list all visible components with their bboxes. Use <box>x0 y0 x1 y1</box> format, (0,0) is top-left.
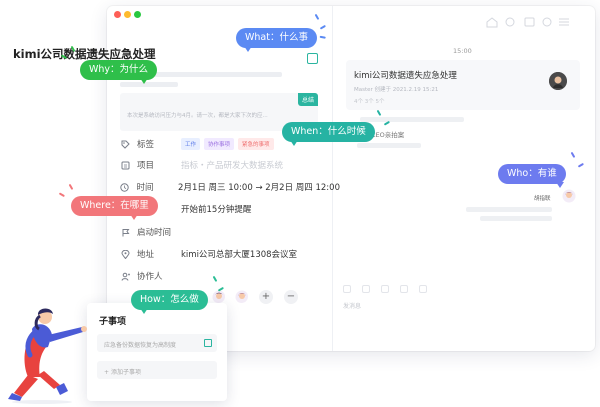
summary-tag: 总结 <box>297 93 318 106</box>
tag-chip[interactable]: 协作事项 <box>204 138 235 150</box>
tag-icon <box>120 139 130 149</box>
prop-row-address[interactable]: 地址 kimi公司总部大厦1308会议室 <box>120 247 340 261</box>
project-label: 项目 <box>137 161 155 171</box>
chat-timestamp: 15:00 <box>453 47 472 55</box>
why-bubble-tail <box>140 78 148 84</box>
prop-row-collaborators[interactable]: 协作人 <box>120 269 340 283</box>
person-illustration <box>8 308 87 404</box>
card-meta: Master 创建于 2021.2.19 15:21 <box>354 87 439 93</box>
prop-row-project[interactable]: 项目 指标・产品研发大数据系统 <box>120 158 340 172</box>
project-value: 指标・产品研发大数据系统 <box>181 161 284 171</box>
window-icon <box>524 17 535 27</box>
help-icon <box>505 17 515 27</box>
add-subtask-label: + 添加子事项 <box>104 367 141 376</box>
subtask-text: 应急备份数据恢复为高制度 <box>104 342 177 349</box>
card-author-avatar[interactable] <box>549 72 567 90</box>
spark-decoration <box>68 184 73 190</box>
clipboard-icon <box>120 160 130 170</box>
address-label: 地址 <box>137 250 155 260</box>
who-bubble: Who：有谁 <box>498 164 566 184</box>
person-icon <box>120 271 130 281</box>
plus-icon: + <box>104 369 111 376</box>
close-window-button[interactable] <box>114 11 121 18</box>
collaborator-avatar[interactable] <box>212 290 225 303</box>
sender-avatar[interactable] <box>562 189 576 203</box>
header-toolbar <box>486 17 569 28</box>
prop-row-start-time[interactable]: 启动时间 <box>120 225 340 239</box>
tags-list: 工作 协作事项 紧急的事项 <box>181 138 278 150</box>
collaborator-avatar[interactable] <box>235 290 248 303</box>
minus-icon: − <box>286 291 296 302</box>
when-bubble: When：什么时候 <box>282 122 375 142</box>
settings-icon <box>542 17 552 27</box>
subtask-item[interactable]: 应急备份数据恢复为高制度 <box>97 334 217 352</box>
why-bubble: Why：为什么 <box>80 60 158 80</box>
chat-bar <box>360 117 464 122</box>
sender-name: 胡指联 <box>534 196 551 202</box>
who-bubble-tail <box>556 182 564 188</box>
chat-bar <box>357 143 421 148</box>
chat-bar <box>466 207 552 212</box>
reminder-value: 开始前15分钟提醒 <box>181 205 252 215</box>
how-bubble-tail <box>140 308 148 314</box>
home-icon <box>486 17 498 28</box>
spark-decoration <box>58 192 65 198</box>
location-pin-icon <box>120 249 130 259</box>
address-value: kimi公司总部大厦1308会议室 <box>181 250 298 260</box>
tags-label: 标签 <box>137 140 155 150</box>
image-icon[interactable] <box>362 285 370 293</box>
collaborators-label: 协作人 <box>137 272 163 282</box>
title-sub-bar <box>120 82 178 87</box>
time-label: 时间 <box>136 183 154 193</box>
file-icon[interactable] <box>381 285 389 293</box>
remove-collaborator-button[interactable]: − <box>284 290 298 304</box>
flag-icon <box>120 227 130 237</box>
at-icon[interactable] <box>400 285 408 293</box>
add-collaborator-button[interactable]: + <box>259 290 273 304</box>
subtask-title: 子事项 <box>99 317 127 327</box>
clock-icon <box>120 182 129 192</box>
what-bubble-tail <box>244 46 252 52</box>
what-bubble: What：什么事 <box>236 28 317 48</box>
task-card[interactable]: kimi公司数据遗失应急处理 Master 创建于 2021.2.19 15:2… <box>346 60 580 110</box>
where-bubble-tail <box>130 214 138 220</box>
chat-bar <box>480 216 552 221</box>
how-bubble: How：怎么做 <box>131 290 208 310</box>
ceo-message: CEO亲拍案 <box>371 131 405 139</box>
add-subtask-button[interactable]: + 添加子事项 <box>97 361 217 379</box>
maximize-window-button[interactable] <box>134 11 141 18</box>
description-text: 本次是系统访问压力与4月。请一次，都是大家下次的应... <box>127 113 268 119</box>
when-bubble-tail <box>290 140 298 146</box>
start-time-label: 启动时间 <box>137 228 172 238</box>
time-value: 2月1日 周三 10:00 → 2月2日 周四 12:00 <box>178 183 340 193</box>
panel-divider <box>332 6 333 351</box>
message-input[interactable]: 发消息 <box>343 301 361 310</box>
menu-icon <box>559 18 569 26</box>
card-title: kimi公司数据遗失应急处理 <box>354 71 457 81</box>
emoji-icon[interactable] <box>343 285 351 293</box>
tag-chip[interactable]: 紧急的事项 <box>238 138 274 150</box>
link-icon[interactable] <box>419 285 427 293</box>
subtask-checkbox[interactable] <box>204 339 212 347</box>
subtask-panel: 子事项 应急备份数据恢复为高制度 + 添加子事项 <box>87 303 227 401</box>
add-subtask-text: 添加子事项 <box>110 369 141 376</box>
prop-row-time[interactable]: 时间 2月1日 周三 10:00 → 2月2日 周四 12:00 <box>120 180 340 194</box>
plus-icon: + <box>261 291 271 302</box>
where-bubble: Where：在哪里 <box>71 196 158 216</box>
task-complete-checkbox[interactable] <box>307 53 318 64</box>
tag-chip[interactable]: 工作 <box>181 138 201 150</box>
minimize-window-button[interactable] <box>124 11 131 18</box>
card-stats: 4个 3个 5个 <box>354 99 385 105</box>
